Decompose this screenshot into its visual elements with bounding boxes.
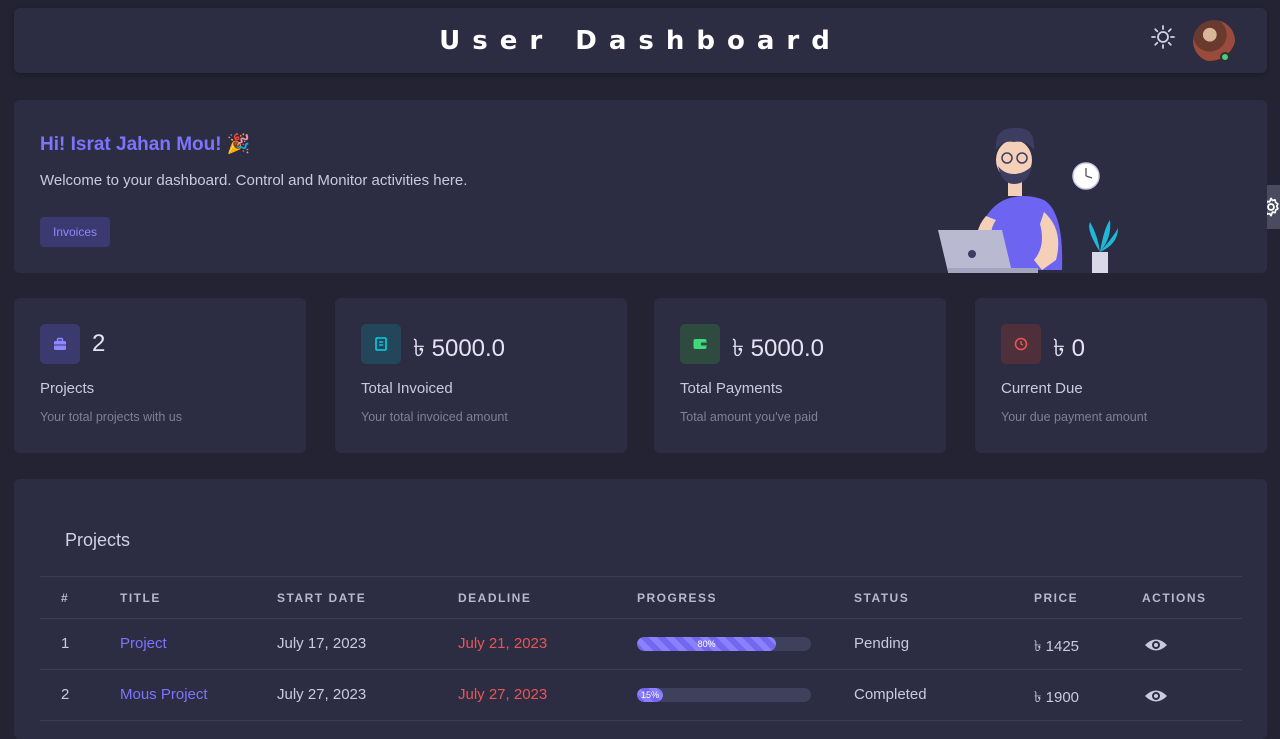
welcome-subtitle: Welcome to your dashboard. Control and M… [40,172,468,189]
projects-description: Your total projects with us [40,410,182,424]
column-header-price[interactable]: PRICE [1034,591,1078,605]
project-title-link[interactable]: Mous Project [120,686,208,703]
column-header-deadline[interactable]: DEADLINE [458,591,531,605]
price: ৳ 1900 [1034,689,1080,706]
sun-icon[interactable] [1150,24,1176,50]
stat-card-total-invoiced: ৳ 5000.0 Total Invoiced Your total invoi… [335,298,627,453]
table-header: # TITLE START DATE DEADLINE PROGRESS STA… [40,576,1242,619]
projects-table-card: Projects # TITLE START DATE DEADLINE PRO… [14,479,1267,739]
row-number: 1 [61,635,70,652]
column-header-progress[interactable]: PROGRESS [637,591,717,605]
progress-bar: 80% [637,637,811,651]
top-navbar: User Dashboard [14,8,1267,73]
deadline: July 21, 2023 [458,635,548,652]
wallet-icon [680,324,720,364]
column-header-status[interactable]: STATUS [854,591,909,605]
briefcase-icon [40,324,80,364]
column-header-title[interactable]: TITLE [120,591,161,605]
eye-icon[interactable] [1144,636,1168,654]
status-text: Completed [854,686,927,703]
progress-bar-fill: 15% [637,688,664,702]
page-title: User Dashboard [439,26,842,56]
projects-count: 2 [92,330,106,357]
receipt-icon [361,324,401,364]
total-invoiced-amount: ৳ 5000.0 [413,335,506,362]
column-header-start-date[interactable]: START DATE [277,591,366,605]
start-date: July 27, 2023 [277,686,367,703]
total-payments-label: Total Payments [680,380,783,397]
progress-bar-fill: 80% [637,637,777,651]
current-due-description: Your due payment amount [1001,410,1148,424]
stat-card-total-payments: ৳ 5000.0 Total Payments Total amount you… [654,298,946,453]
invoices-button[interactable]: Invoices [40,217,111,247]
welcome-greeting: Hi! Israt Jahan Mou! 🎉 [40,134,251,155]
stat-card-current-due: ৳ 0 Current Due Your due payment amount [975,298,1267,453]
welcome-card: Hi! Israt Jahan Mou! 🎉 Welcome to your d… [14,100,1267,273]
column-header-actions: ACTIONS [1142,591,1207,605]
column-header-number[interactable]: # [61,591,69,605]
total-invoiced-description: Your total invoiced amount [361,410,508,424]
deadline: July 27, 2023 [458,686,548,703]
start-date: July 17, 2023 [277,635,367,652]
online-status-dot [1220,52,1230,62]
table-row: 2 Mous Project July 27, 2023 July 27, 20… [40,670,1242,721]
current-due-label: Current Due [1001,380,1083,397]
current-due-amount: ৳ 0 [1053,335,1085,362]
projects-table-title: Projects [65,530,131,550]
eye-icon[interactable] [1144,687,1168,705]
man-with-laptop-illustration [938,127,1118,273]
total-payments-description: Total amount you've paid [680,410,818,424]
progress-bar: 15% [637,688,811,702]
stat-card-projects: 2 Projects Your total projects with us [14,298,306,453]
row-number: 2 [61,686,70,703]
price: ৳ 1425 [1034,638,1080,655]
status-text: Pending [854,635,910,652]
projects-label: Projects [40,380,95,397]
clock-icon [1001,324,1041,364]
table-row: 1 Project July 17, 2023 July 21, 2023 80… [40,619,1242,670]
total-payments-amount: ৳ 5000.0 [732,335,825,362]
project-title-link[interactable]: Project [120,635,167,652]
total-invoiced-label: Total Invoiced [361,380,453,397]
